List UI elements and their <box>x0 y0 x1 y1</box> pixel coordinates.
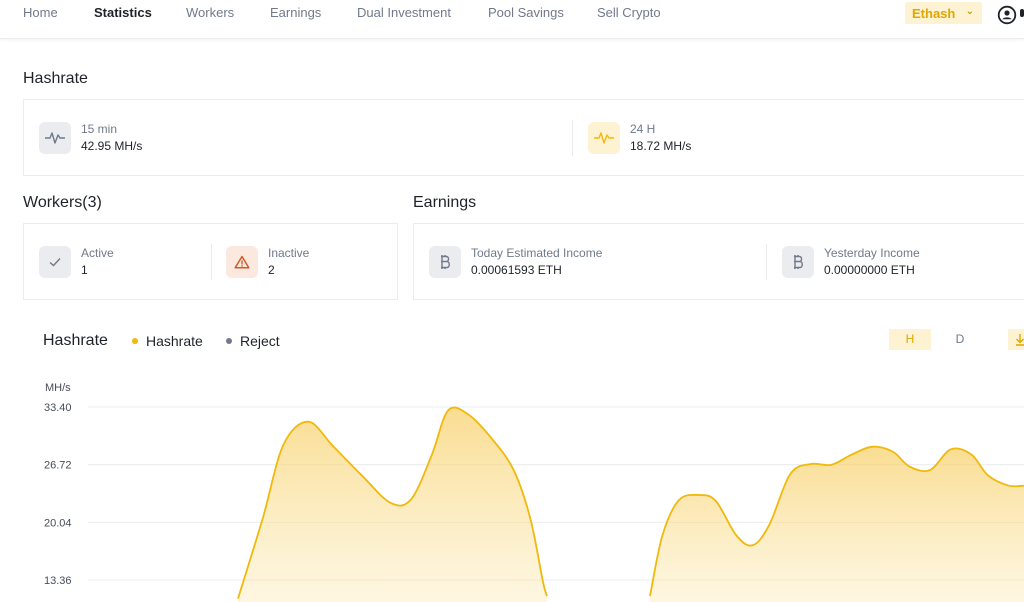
workers-inactive-label: Inactive <box>268 246 310 260</box>
warning-icon <box>226 246 258 278</box>
hashrate-card: 15 min 42.95 MH/s 24 H 18.72 MH/s <box>23 99 1024 176</box>
earnings-today: Today Estimated Income 0.00061593 ETH <box>429 246 749 280</box>
download-icon <box>1016 334 1024 346</box>
y-tick-label: 20.04 <box>44 517 72 529</box>
bitcoin-icon <box>429 246 461 278</box>
hashrate-series <box>237 406 1024 602</box>
algorithm-value: Ethash <box>912 6 956 21</box>
hashrate-24h-value: 18.72 MH/s <box>630 139 692 153</box>
workers-card: Active 1 Inactive 2 <box>23 223 398 300</box>
algorithm-select[interactable]: Ethash ⌄ <box>905 2 982 24</box>
top-nav: Home Statistics Workers Earnings Dual In… <box>0 0 1024 39</box>
earnings-section-title: Earnings <box>413 194 477 211</box>
legend-hashrate[interactable]: Hashrate <box>132 333 203 349</box>
earnings-today-label: Today Estimated Income <box>471 246 603 260</box>
legend-reject[interactable]: Reject <box>226 333 280 349</box>
legend-dot <box>132 338 138 344</box>
pulse-icon <box>588 122 620 154</box>
divider <box>211 244 212 280</box>
y-axis-ticks: 33.40 26.72 20.04 13.36 <box>44 402 72 587</box>
pulse-icon <box>39 122 71 154</box>
earnings-yesterday-label: Yesterday Income <box>824 246 920 260</box>
nav-earnings[interactable]: Earnings <box>270 6 321 20</box>
legend-hashrate-label: Hashrate <box>146 333 203 349</box>
check-icon <box>39 246 71 278</box>
earnings-yesterday-value: 0.00000000 ETH <box>824 263 915 277</box>
nav-sell-crypto[interactable]: Sell Crypto <box>597 6 661 20</box>
chevron-down-icon: ⌄ <box>965 6 974 17</box>
hashrate-chart: MH/s 33.40 26.72 20.04 13.36 <box>44 382 1024 602</box>
y-tick-label: 13.36 <box>44 575 72 587</box>
hashrate-15min-value: 42.95 MH/s <box>81 139 143 153</box>
y-axis-unit: MH/s <box>45 382 71 394</box>
download-button[interactable] <box>1008 329 1024 350</box>
legend-reject-label: Reject <box>240 333 280 349</box>
hashrate-15min: 15 min 42.95 MH/s <box>39 122 339 156</box>
workers-inactive[interactable]: Inactive 2 <box>226 246 386 280</box>
earnings-today-value: 0.00061593 ETH <box>471 263 562 277</box>
hashrate-24h-label: 24 H <box>630 122 656 136</box>
divider <box>572 120 573 156</box>
nav-dual-investment[interactable]: Dual Investment <box>357 6 451 20</box>
nav-workers[interactable]: Workers <box>186 6 234 20</box>
user-circle-icon[interactable] <box>997 5 1017 25</box>
hashrate-area-1 <box>650 446 1024 602</box>
workers-inactive-value: 2 <box>268 263 275 277</box>
hashrate-15min-label: 15 min <box>81 122 118 136</box>
range-hour-button[interactable]: H <box>889 329 931 350</box>
user-name-fragment <box>1020 9 1024 17</box>
bitcoin-icon <box>782 246 814 278</box>
nav-home[interactable]: Home <box>23 6 58 20</box>
divider <box>766 244 767 280</box>
range-day-button[interactable]: D <box>943 329 977 350</box>
workers-active-value: 1 <box>81 263 88 277</box>
legend-dot <box>226 338 232 344</box>
hashrate-section-title: Hashrate <box>23 70 88 87</box>
y-tick-label: 26.72 <box>44 460 72 472</box>
nav-pool-savings[interactable]: Pool Savings <box>488 6 564 20</box>
chart-title: Hashrate <box>43 332 108 349</box>
workers-active[interactable]: Active 1 <box>39 246 209 280</box>
hashrate-24h: 24 H 18.72 MH/s <box>588 122 888 156</box>
nav-statistics[interactable]: Statistics <box>94 6 152 20</box>
earnings-card: Today Estimated Income 0.00061593 ETH Ye… <box>413 223 1024 300</box>
workers-section-title: Workers(3) <box>23 194 102 211</box>
workers-active-label: Active <box>81 246 114 260</box>
earnings-yesterday: Yesterday Income 0.00000000 ETH <box>782 246 1022 280</box>
y-tick-label: 33.40 <box>44 402 72 414</box>
